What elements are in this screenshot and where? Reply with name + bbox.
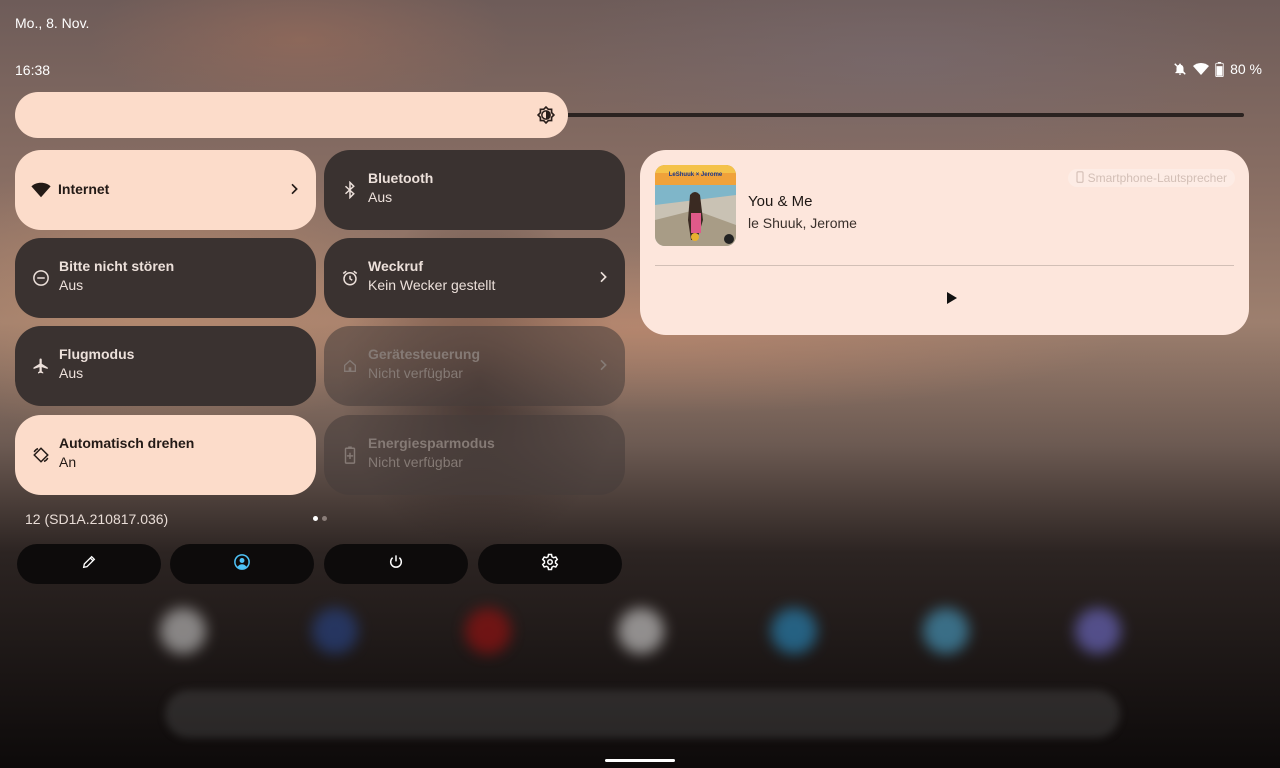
brightness-icon — [536, 105, 556, 125]
media-divider — [655, 265, 1234, 266]
tile-do-not-disturb[interactable]: Bitte nicht stören Aus — [15, 238, 316, 318]
brightness-slider[interactable] — [15, 92, 568, 138]
output-device-chip[interactable]: Smartphone-Lautsprecher — [1067, 169, 1235, 187]
chevron-right-icon — [286, 181, 302, 197]
edit-button[interactable] — [17, 544, 161, 584]
tile-label: Weckruf — [368, 258, 423, 274]
tile-status: Nicht verfügbar — [368, 454, 463, 470]
dock-app-blur — [923, 608, 969, 654]
tile-label: Flugmodus — [59, 346, 135, 362]
song-artist: le Shuuk, Jerome — [748, 215, 857, 231]
page-dot — [322, 516, 327, 521]
chevron-right-icon — [595, 357, 611, 373]
battery-icon — [1215, 61, 1224, 77]
battery-percent: 80 % — [1230, 61, 1262, 77]
tile-internet[interactable]: Internet — [15, 150, 316, 230]
navigation-handle[interactable] — [605, 759, 675, 762]
page-indicator — [313, 516, 327, 521]
tile-status: Aus — [59, 365, 84, 381]
tile-label: Internet — [58, 181, 110, 197]
dock-app-blur — [312, 608, 358, 654]
status-icons: 80 % — [1173, 61, 1262, 77]
wifi-icon — [1193, 62, 1210, 76]
tile-text: Bitte nicht stören Aus — [59, 257, 174, 295]
tile-text: Automatisch drehen An — [59, 434, 194, 472]
tile-alarm[interactable]: Weckruf Kein Wecker gestellt — [324, 238, 625, 318]
dock-app-blur — [160, 608, 206, 654]
tile-text: Bluetooth Aus — [368, 169, 433, 207]
edit-icon — [81, 554, 97, 575]
dock-app-blur — [1075, 608, 1121, 654]
output-device-label: Smartphone-Lautsprecher — [1087, 171, 1227, 185]
tile-text: Gerätesteuerung Nicht verfügbar — [368, 345, 480, 383]
media-player-card[interactable]: LeShuuk × Jerome Smartphone-Lautsprecher… — [640, 150, 1249, 335]
user-icon — [233, 553, 251, 576]
build-number[interactable]: 12 (SD1A.210817.036) — [25, 511, 168, 527]
airplane-icon — [31, 356, 51, 376]
user-button[interactable] — [170, 544, 314, 584]
power-button[interactable] — [324, 544, 468, 584]
tile-text: Flugmodus Aus — [59, 345, 134, 383]
dock-app-blur — [618, 608, 664, 654]
power-icon — [388, 554, 404, 575]
tile-status: Nicht verfügbar — [368, 365, 463, 381]
tile-device-controls[interactable]: Gerätesteuerung Nicht verfügbar — [324, 326, 625, 406]
tile-text: Energiesparmodus Nicht verfügbar — [368, 434, 495, 472]
brightness-slider-track[interactable] — [560, 113, 1244, 117]
page-dot-active — [313, 516, 318, 521]
do-not-disturb-icon — [31, 268, 51, 288]
song-title: You & Me — [748, 193, 813, 210]
bluetooth-icon — [340, 180, 360, 200]
tile-auto-rotate[interactable]: Automatisch drehen An — [15, 415, 316, 495]
settings-icon — [541, 553, 559, 576]
wifi-icon — [31, 180, 51, 200]
tile-airplane-mode[interactable]: Flugmodus Aus — [15, 326, 316, 406]
tile-label: Energiesparmodus — [368, 435, 495, 451]
home-icon — [340, 356, 360, 376]
tile-label: Gerätesteuerung — [368, 346, 481, 362]
tile-status: Aus — [59, 277, 84, 293]
smartphone-icon — [1076, 170, 1084, 186]
album-art-text: LeShuuk × Jerome — [669, 172, 723, 178]
tile-label: Bluetooth — [368, 170, 434, 186]
album-art: LeShuuk × Jerome — [655, 165, 736, 246]
chevron-right-icon — [595, 269, 611, 285]
alarm-icon — [340, 268, 360, 288]
dock-app-blur — [465, 608, 511, 654]
tile-label: Automatisch drehen — [59, 435, 195, 451]
tile-text: Weckruf Kein Wecker gestellt — [368, 257, 495, 295]
tile-status: Aus — [368, 189, 393, 205]
tile-label: Bitte nicht stören — [59, 258, 175, 274]
tile-bluetooth[interactable]: Bluetooth Aus — [324, 150, 625, 230]
search-bar-blur — [165, 690, 1120, 738]
play-icon[interactable] — [943, 290, 959, 306]
tile-battery-saver[interactable]: Energiesparmodus Nicht verfügbar — [324, 415, 625, 495]
status-time: 16:38 — [15, 62, 51, 78]
dock-app-blur — [771, 608, 817, 654]
tile-status: An — [59, 454, 77, 470]
status-date: Mo., 8. Nov. — [15, 15, 90, 31]
battery-saver-icon — [340, 445, 360, 465]
settings-button[interactable] — [478, 544, 622, 584]
notifications-off-icon — [1173, 62, 1187, 76]
tile-status: Kein Wecker gestellt — [368, 277, 496, 293]
auto-rotate-icon — [31, 445, 51, 465]
